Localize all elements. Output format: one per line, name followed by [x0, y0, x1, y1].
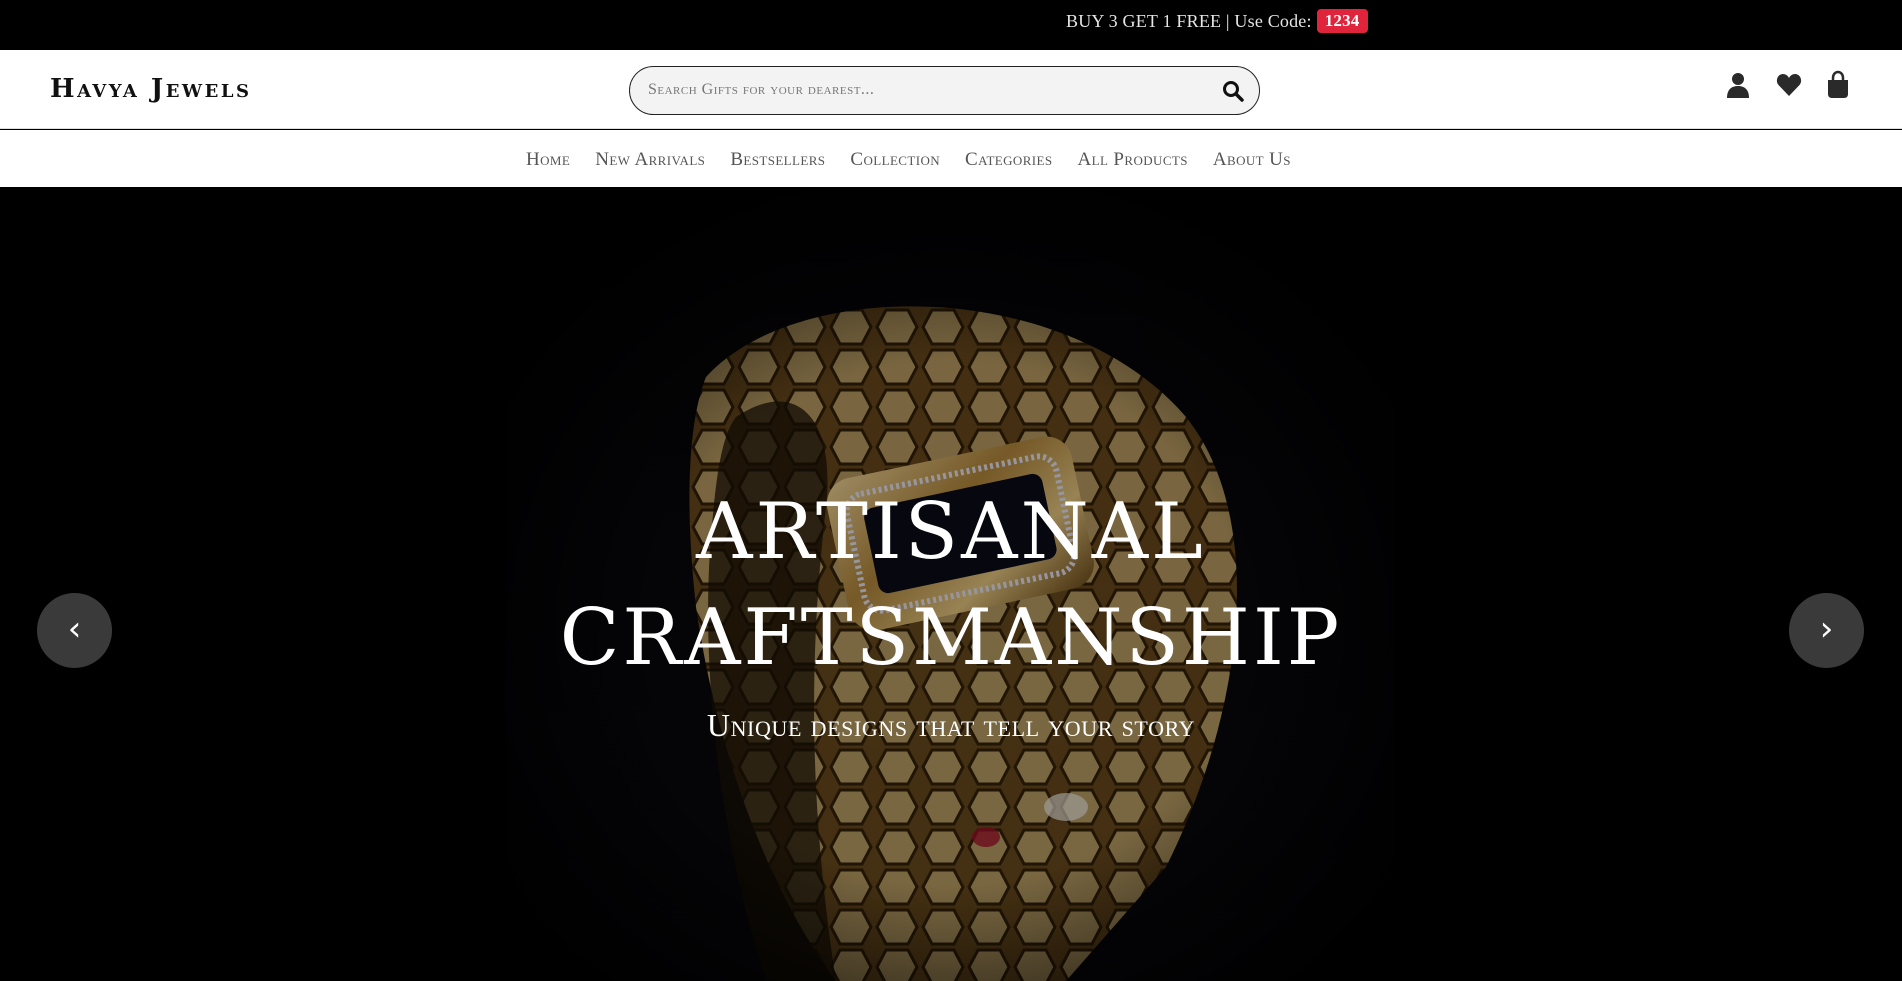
header-actions	[1726, 70, 1850, 100]
nav-item-bestsellers[interactable]: Bestsellers	[730, 149, 825, 171]
nav-item-categories[interactable]: Categories	[965, 149, 1052, 171]
search-bar	[629, 66, 1260, 115]
slider-prev-button[interactable]: ‹	[37, 593, 112, 668]
hero-title-line-1: ARTISANAL	[696, 487, 1206, 577]
nav-list: Home New Arrivals Bestsellers Collection…	[526, 149, 1291, 171]
site-logo[interactable]: Havya Jewels	[50, 74, 252, 104]
nav-item-collection[interactable]: Collection	[850, 149, 940, 171]
slider-next-button[interactable]: ›	[1789, 593, 1864, 668]
hero-subtitle: Unique designs that tell your story	[706, 707, 1196, 743]
promo-code-badge: 1234	[1316, 9, 1368, 33]
hero-title: ARTISANAL CRAFTSMANSHIP	[0, 479, 1902, 691]
user-icon[interactable]	[1726, 70, 1750, 100]
nav-item-about-us[interactable]: About Us	[1213, 149, 1291, 171]
nav-item-all-products[interactable]: All Products	[1077, 149, 1187, 171]
site-header: Havya Jewels	[0, 50, 1902, 129]
announcement-text: BUY 3 GET 1 FREE | Use Code:	[1066, 10, 1312, 31]
search-icon[interactable]	[1221, 79, 1245, 103]
shopping-bag-icon[interactable]	[1826, 70, 1850, 100]
search-input[interactable]	[648, 67, 1208, 113]
announcement-bar: BUY 3 GET 1 FREE | Use Code: 1234	[0, 0, 1902, 50]
hero-slider: ARTISANAL CRAFTSMANSHIP Unique designs t…	[0, 187, 1902, 981]
nav-item-new-arrivals[interactable]: New Arrivals	[595, 149, 705, 171]
main-navigation: Home New Arrivals Bestsellers Collection…	[0, 130, 1902, 187]
announcement-content: BUY 3 GET 1 FREE | Use Code: 1234	[1066, 9, 1368, 33]
nav-item-home[interactable]: Home	[526, 149, 570, 171]
hero-title-line-2: CRAFTSMANSHIP	[559, 593, 1343, 683]
heart-icon[interactable]	[1776, 70, 1802, 100]
